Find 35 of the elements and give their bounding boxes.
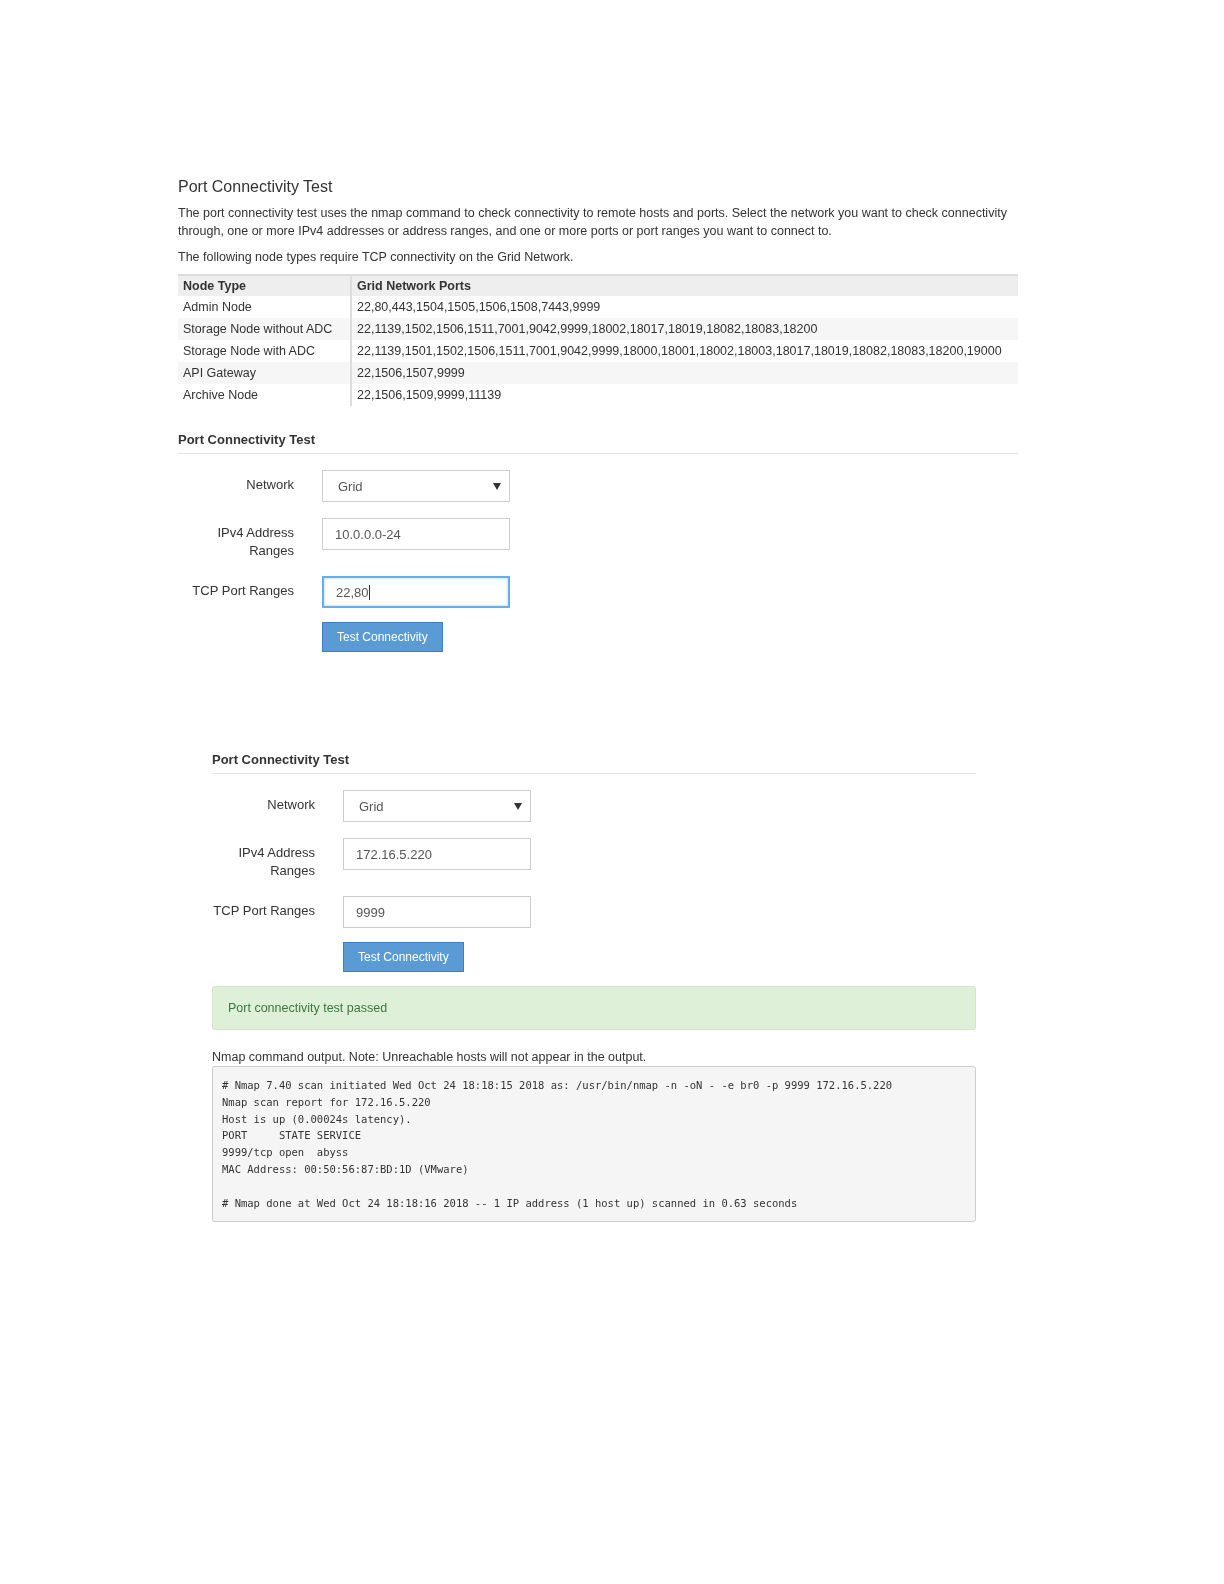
- command-output: # Nmap 7.40 scan initiated Wed Oct 24 18:18:15 2018 as: /usr/bin/nmap -n -oN - -e br0 -p 9999 172.16.5.220 Nmap scan report for 172.16.5.220 Host is up (0.00024s latency). PORT STATE SERVICE 9999/tcp open abyss MAC Address: 00:50:56:87:BD:1D (VMware) # Nmap done at Wed Oct 24 18:18:16 2018 -- 1 IP address (1 host up) scanned in 0.63 seconds: [212, 1066, 976, 1223]
- table-cell: 22,80,443,1504,1505,1506,1508,7443,9999: [351, 296, 1018, 318]
- field-label: Network: [266, 796, 315, 814]
- description-text: The port connectivity test uses the nmap command to check connectivity to remote hosts and ports. Select the network you want to check connectivity through, one or more IPv4 addresses or address ranges, and one or more ports or port ranges you want to connect to.: [178, 205, 1008, 240]
- section-heading: Port Connectivity Test: [212, 752, 976, 774]
- table-cell: Admin Node: [178, 296, 351, 318]
- field-label: TCP Port Ranges: [192, 582, 294, 600]
- text-cursor: [368, 584, 370, 600]
- table-cell: API Gateway: [178, 362, 351, 384]
- table-cell: 22,1506,1507,9999: [351, 362, 1018, 384]
- input-field[interactable]: 10.0.0.0-24: [322, 518, 510, 550]
- description-text: The following node types require TCP connectivity on the Grid Network.: [178, 249, 575, 266]
- column-header: Node Type: [178, 275, 351, 296]
- input-field[interactable]: 9999: [343, 896, 531, 928]
- table-cell: Storage Node without ADC: [178, 318, 351, 340]
- section-heading: Port Connectivity Test: [178, 432, 1018, 454]
- network-select[interactable]: Grid: [343, 790, 531, 822]
- field-label: IPv4 Address Ranges: [216, 524, 294, 560]
- table-cell: 22,1139,1502,1506,1511,7001,9042,9999,18002,18017,18019,18082,18083,18200: [351, 318, 1018, 340]
- output-note: Nmap command output. Note: Unreachable hosts will not appear in the output.: [212, 1050, 648, 1064]
- caret-icon: [514, 802, 522, 810]
- network-select[interactable]: Grid: [322, 470, 510, 502]
- table-cell: 22,1506,1509,9999,11139: [351, 384, 1018, 406]
- page-title: Port Connectivity Test: [178, 178, 334, 196]
- field-label: Network: [245, 476, 294, 494]
- input-field[interactable]: 172.16.5.220: [343, 838, 531, 870]
- input-field[interactable]: 22,80: [322, 576, 510, 608]
- column-header: Grid Network Ports: [351, 275, 1018, 296]
- table-cell: Storage Node with ADC: [178, 340, 351, 362]
- field-label: TCP Port Ranges: [213, 902, 315, 920]
- table-cell: Archive Node: [178, 384, 351, 406]
- field-label: IPv4 Address Ranges: [237, 844, 315, 880]
- success-alert: Port connectivity test passed: [212, 986, 976, 1030]
- table-cell: 22,1139,1501,1502,1506,1511,7001,9042,9999,18000,18001,18002,18003,18017,18019,18082,18083,18200,19000: [351, 340, 1018, 362]
- caret-icon: [493, 482, 501, 490]
